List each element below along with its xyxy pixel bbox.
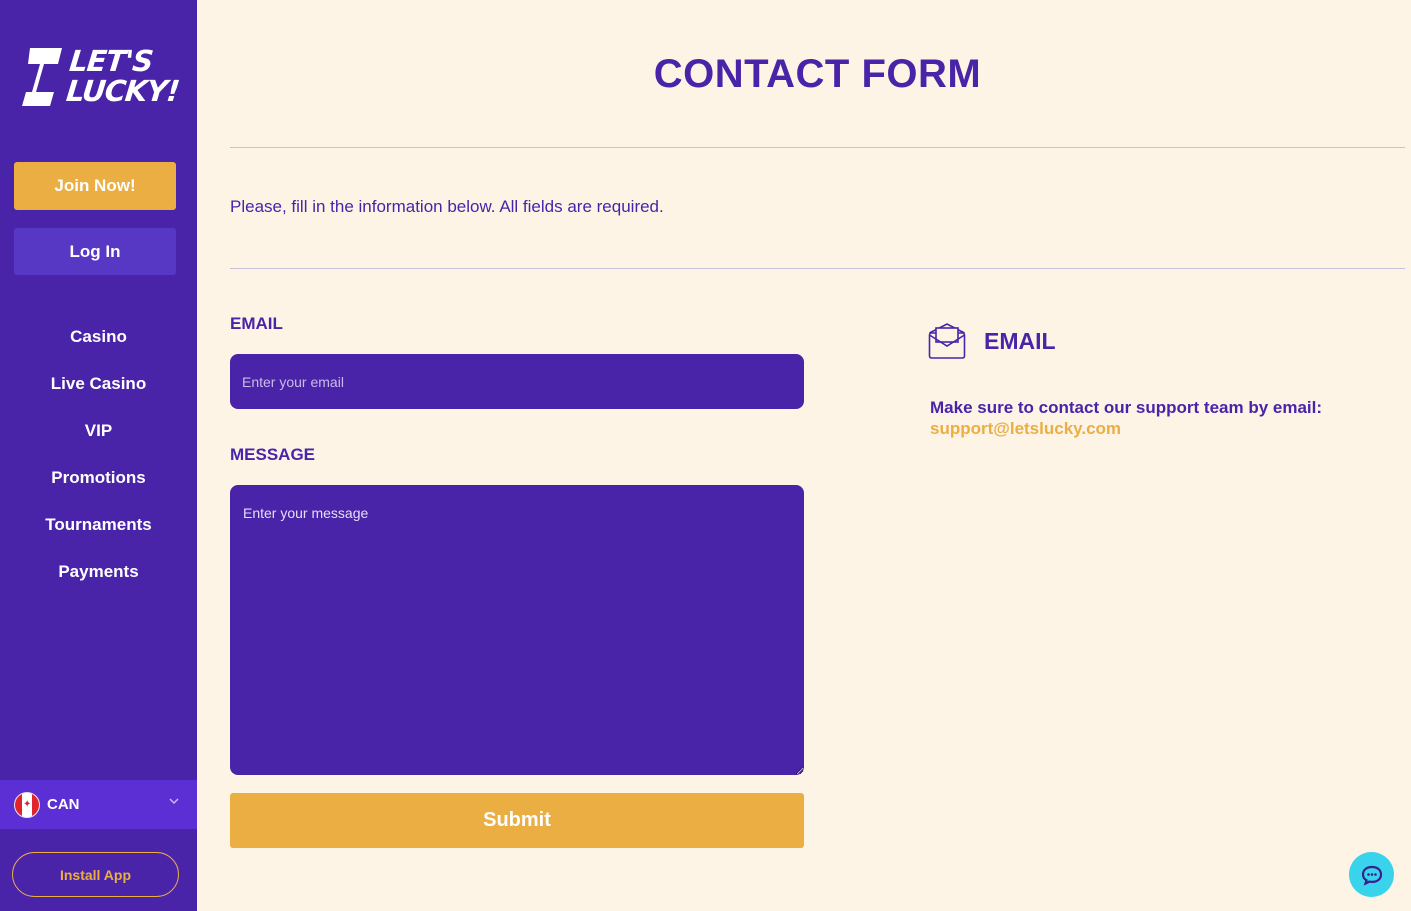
message-label: MESSAGE: [230, 445, 316, 464]
sidebar-item-payments[interactable]: Payments: [0, 549, 197, 596]
chat-icon: [1361, 865, 1382, 886]
divider-top: [230, 147, 1405, 148]
sidebar-item-casino[interactable]: Casino: [0, 314, 197, 361]
sidebar-item-vip[interactable]: VIP: [0, 408, 197, 455]
email-field[interactable]: [230, 354, 804, 409]
language-selector[interactable]: ✦ CAN: [0, 780, 197, 829]
install-app-button[interactable]: Install App: [12, 852, 179, 897]
logo[interactable]: LET'S LUCKY!: [22, 44, 181, 110]
logo-mark-icon: [22, 48, 62, 106]
canada-flag-icon: ✦: [14, 791, 40, 818]
chevron-down-icon: [169, 798, 179, 805]
divider-form: [230, 268, 1405, 269]
message-field[interactable]: [230, 485, 804, 775]
chat-button[interactable]: [1349, 852, 1394, 897]
sidebar-item-promotions[interactable]: Promotions: [0, 455, 197, 502]
envelope-icon: [928, 323, 966, 359]
logo-line-2: LUCKY!: [64, 74, 181, 108]
email-label: EMAIL: [230, 314, 283, 333]
sidebar-nav: Casino Live Casino VIP Promotions Tourna…: [0, 314, 197, 596]
contact-text: Make sure to contact our support team by…: [930, 398, 1323, 417]
login-button[interactable]: Log In: [14, 228, 176, 275]
logo-line-1: LET'S: [67, 44, 155, 78]
intro-text: Please, fill in the information below. A…: [230, 197, 664, 216]
language-code: CAN: [47, 796, 80, 813]
logo-text: LET'S LUCKY!: [64, 44, 184, 108]
submit-button[interactable]: Submit: [230, 793, 804, 848]
page-title: CONTACT FORM: [653, 52, 982, 96]
contact-email-title: EMAIL: [984, 328, 1056, 354]
sidebar: LET'S LUCKY! Join Now! Log In Casino Liv…: [0, 0, 197, 911]
sidebar-item-live-casino[interactable]: Live Casino: [0, 361, 197, 408]
sidebar-item-tournaments[interactable]: Tournaments: [0, 502, 197, 549]
support-email-link[interactable]: support@letslucky.com: [930, 418, 1121, 439]
join-now-button[interactable]: Join Now!: [14, 162, 176, 210]
